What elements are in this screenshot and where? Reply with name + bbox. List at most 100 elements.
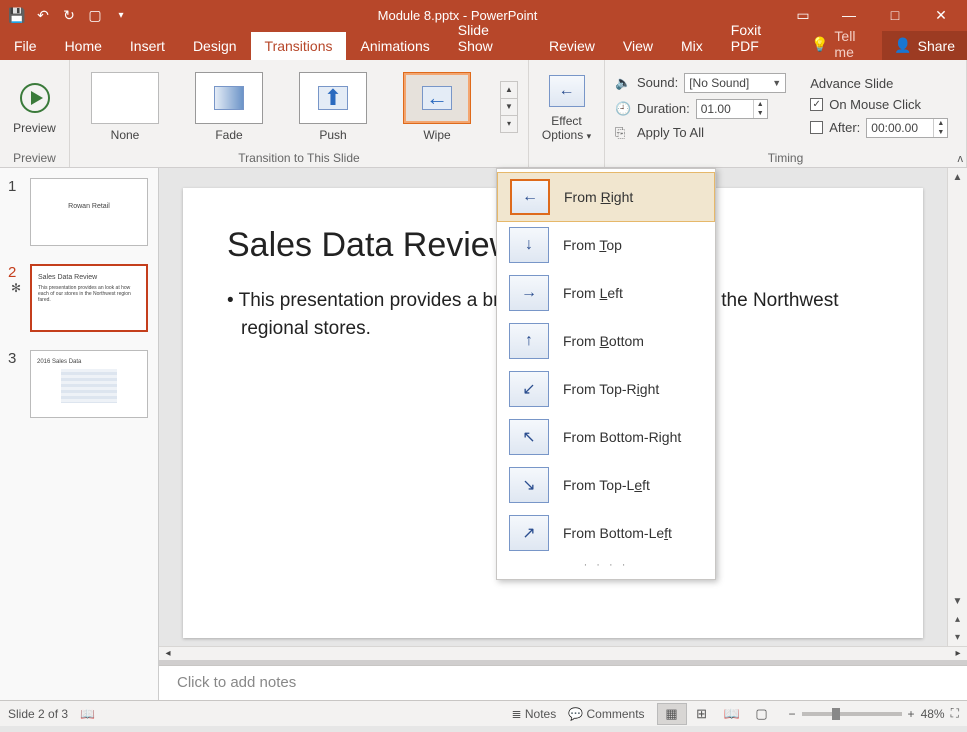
tab-view[interactable]: View [609, 32, 667, 60]
chevron-down-icon: ▼ [772, 78, 781, 88]
tab-file[interactable]: File [0, 32, 51, 60]
save-icon[interactable]: 💾 [6, 4, 28, 26]
preview-button[interactable]: Preview [10, 78, 59, 135]
gallery-up-icon[interactable]: ▲ [501, 82, 517, 99]
on-mouse-click-row[interactable]: ✓ On Mouse Click [810, 97, 948, 112]
group-preview: Preview Preview [0, 60, 70, 167]
slide-thumb-3[interactable]: 3 2016 Sales Data [8, 350, 150, 418]
slide-thumb-2[interactable]: 2 ✻ Sales Data Review This presentation … [8, 264, 150, 332]
effect-options-menu: ← From Right ↓ From Top → From Left ↑ Fr… [496, 168, 716, 580]
tab-mix[interactable]: Mix [667, 32, 717, 60]
tab-transitions[interactable]: Transitions [251, 32, 347, 60]
on-mouse-click-label: On Mouse Click [829, 97, 921, 112]
spin-up-icon[interactable]: ▲ [934, 119, 947, 128]
tab-slide-show[interactable]: Slide Show [444, 16, 535, 60]
share-icon: 👤 [894, 37, 911, 54]
zoom-control: − + 48% ⛶ [789, 706, 959, 721]
apply-to-all-button[interactable]: ⎘ Apply To All [615, 125, 786, 141]
duration-input[interactable]: 01.00 ▲▼ [696, 99, 768, 119]
ribbon: Preview Preview None Fade ⬆ Push ← Wipe [0, 60, 967, 168]
previous-slide-icon[interactable]: ▴ [948, 610, 967, 628]
start-from-beginning-icon[interactable]: ▢ [84, 4, 106, 26]
sound-combo[interactable]: [No Sound] ▼ [684, 73, 786, 93]
scroll-right-icon[interactable]: ▸ [949, 647, 967, 660]
effect-from-right[interactable]: ← From Right [497, 172, 715, 222]
qat-customize-icon[interactable]: ▾ [110, 4, 132, 26]
effect-from-top-right[interactable]: ↙ From Top-Right [497, 365, 715, 413]
slideshow-view-button[interactable]: ▢ [747, 703, 777, 725]
tab-foxit-pdf[interactable]: Foxit PDF [717, 16, 801, 60]
spin-down-icon[interactable]: ▼ [754, 109, 767, 118]
undo-icon[interactable]: ↶ [32, 4, 54, 26]
zoom-out-button[interactable]: − [789, 707, 796, 721]
transition-push-label: Push [319, 128, 346, 142]
spell-check-icon[interactable]: 📖 [80, 707, 95, 721]
close-icon[interactable]: ✕ [921, 1, 961, 29]
zoom-percent[interactable]: 48% [921, 707, 945, 721]
tab-design[interactable]: Design [179, 32, 251, 60]
scroll-down-icon[interactable]: ▼ [948, 592, 967, 610]
scroll-track-h[interactable] [177, 647, 949, 660]
effect-from-bottom[interactable]: ↑ From Bottom [497, 317, 715, 365]
slide-thumbnail-pane: 1 Rowan Retail 2 ✻ Sales Data Review Thi… [0, 168, 159, 700]
slide-sorter-view-button[interactable]: ⊞ [687, 703, 717, 725]
arrow-up-icon: ↑ [509, 323, 549, 359]
after-checkbox[interactable] [810, 121, 823, 134]
group-timing-label: Timing [615, 149, 956, 165]
vertical-scrollbar[interactable]: ▲ ▼ ▴ ▾ [947, 168, 967, 646]
effect-options-button[interactable]: ← EffectOptions ▾ [539, 71, 594, 141]
reading-view-button[interactable]: 📖 [717, 703, 747, 725]
effect-from-top-left[interactable]: ↘ From Top-Left [497, 461, 715, 509]
scroll-track[interactable] [948, 186, 967, 592]
transition-fade[interactable]: Fade [184, 72, 274, 142]
duration-value: 01.00 [697, 102, 753, 116]
tab-home[interactable]: Home [51, 32, 116, 60]
effect-from-left[interactable]: → From Left [497, 269, 715, 317]
normal-view-button[interactable]: ▦ [657, 703, 687, 725]
horizontal-scrollbar[interactable]: ◂ ▸ [159, 646, 967, 660]
tab-insert[interactable]: Insert [116, 32, 179, 60]
fit-to-window-icon[interactable]: ⛶ [951, 706, 959, 721]
collapse-ribbon-icon[interactable]: ʌ [958, 153, 964, 165]
transition-gallery-scroll[interactable]: ▲ ▼ ▾ [500, 81, 518, 133]
after-input[interactable]: 00:00.00 ▲▼ [866, 118, 948, 138]
notes-toggle[interactable]: ≣ Notes [511, 707, 556, 721]
gallery-down-icon[interactable]: ▼ [501, 99, 517, 116]
transition-push[interactable]: ⬆ Push [288, 72, 378, 142]
tab-review[interactable]: Review [535, 32, 609, 60]
slide-thumb-1[interactable]: 1 Rowan Retail [8, 178, 150, 246]
redo-icon[interactable]: ↻ [58, 4, 80, 26]
tell-me[interactable]: 💡 Tell me [801, 28, 882, 60]
maximize-icon[interactable]: □ [875, 1, 915, 29]
notes-pane[interactable]: Click to add notes [159, 665, 967, 700]
share-button[interactable]: 👤 Share [882, 31, 967, 60]
tab-animations[interactable]: Animations [346, 32, 443, 60]
next-slide-icon[interactable]: ▾ [948, 628, 967, 646]
effect-from-top[interactable]: ↓ From Top [497, 221, 715, 269]
minimize-icon[interactable]: — [829, 1, 869, 29]
gallery-more-icon[interactable]: ▾ [501, 116, 517, 132]
slide-thumb-box: Rowan Retail [30, 178, 148, 246]
after-row[interactable]: After: 00:00.00 ▲▼ [810, 118, 948, 138]
scroll-left-icon[interactable]: ◂ [159, 647, 177, 660]
arrow-down-right-icon: ↘ [509, 467, 549, 503]
transition-wipe-thumb: ← [403, 72, 471, 124]
menu-resize-handle[interactable]: · · · · [497, 557, 715, 575]
spin-down-icon[interactable]: ▼ [934, 128, 947, 137]
slide-thumb-box: 2016 Sales Data [30, 350, 148, 418]
sound-icon: 🔈 [615, 75, 631, 91]
effect-from-bottom-left[interactable]: ↗ From Bottom-Left [497, 509, 715, 557]
on-mouse-click-checkbox[interactable]: ✓ [810, 98, 823, 111]
zoom-slider-thumb[interactable] [832, 708, 840, 720]
scroll-up-icon[interactable]: ▲ [948, 168, 967, 186]
transition-none[interactable]: None [80, 72, 170, 142]
spin-up-icon[interactable]: ▲ [754, 100, 767, 109]
comments-toggle[interactable]: 💬 Comments [568, 707, 644, 721]
group-preview-label: Preview [10, 149, 59, 165]
transition-wipe[interactable]: ← Wipe [392, 72, 482, 142]
zoom-slider[interactable] [802, 712, 902, 716]
effect-from-bottom-right[interactable]: ↖ From Bottom-Right [497, 413, 715, 461]
timing-right-column: Advance Slide ✓ On Mouse Click After: 00… [810, 76, 948, 138]
slide-counter[interactable]: Slide 2 of 3 [8, 707, 68, 721]
zoom-in-button[interactable]: + [908, 707, 915, 721]
